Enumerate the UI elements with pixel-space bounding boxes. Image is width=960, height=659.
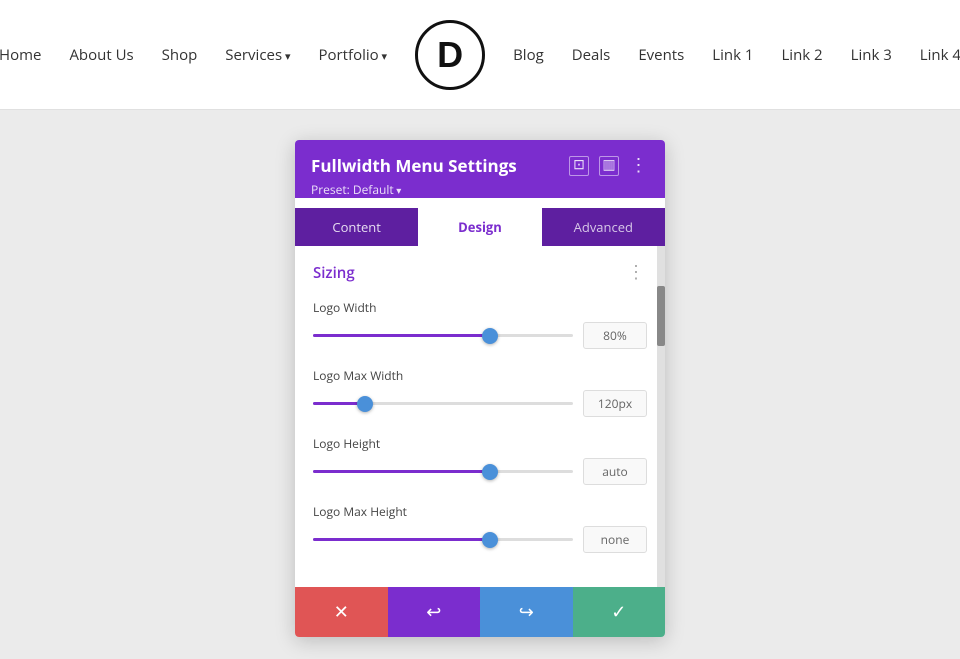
section-more-icon[interactable]: ⋮ [627, 262, 647, 283]
tab-advanced[interactable]: Advanced [542, 208, 665, 246]
nav-item-link-1[interactable]: Link 1 [712, 45, 753, 65]
nav-logo: D [415, 20, 485, 90]
columns-icon[interactable]: ▥ [599, 156, 619, 176]
control-row-3: Logo Max Height [313, 503, 647, 553]
control-label-0: Logo Width [313, 299, 647, 316]
panel-title: Fullwidth Menu Settings [311, 154, 517, 177]
tab-design[interactable]: Design [418, 208, 541, 246]
redo-button[interactable]: ↪ [480, 587, 573, 637]
redo-icon: ↪ [519, 602, 534, 623]
value-input-0[interactable] [583, 322, 647, 349]
nav-item-link-2[interactable]: Link 2 [781, 45, 822, 65]
section-header: Sizing ⋮ [313, 262, 647, 283]
control-row-0: Logo Width [313, 299, 647, 349]
value-input-1[interactable] [583, 390, 647, 417]
cancel-icon: ✕ [334, 602, 349, 623]
more-icon[interactable]: ⋮ [629, 156, 649, 176]
preset-dropdown[interactable]: Preset: Default [311, 181, 401, 198]
nav-item-blog[interactable]: Blog [513, 45, 544, 65]
control-input-row-2 [313, 458, 647, 485]
control-row-1: Logo Max Width [313, 367, 647, 417]
scrollbar[interactable] [657, 246, 665, 587]
panel-tabs: ContentDesignAdvanced [295, 208, 665, 246]
confirm-button[interactable]: ✓ [573, 587, 666, 637]
slider-wrap-2[interactable] [313, 463, 573, 481]
navbar: Home About Us Shop Services Portfolio D Blog De… [0, 0, 960, 110]
slider-wrap-0[interactable] [313, 327, 573, 345]
section-title: Sizing [313, 263, 355, 283]
preset-label: Preset: Default [311, 181, 649, 198]
control-input-row-1 [313, 390, 647, 417]
nav-item-about-us[interactable]: About Us [69, 45, 133, 65]
cancel-button[interactable]: ✕ [295, 587, 388, 637]
slider-thumb-1[interactable] [357, 396, 373, 412]
control-label-3: Logo Max Height [313, 503, 647, 520]
value-input-3[interactable] [583, 526, 647, 553]
slider-wrap-3[interactable] [313, 531, 573, 549]
nav-item-home[interactable]: Home [0, 45, 41, 65]
tab-content[interactable]: Content [295, 208, 418, 246]
nav-item-link-4[interactable]: Link 4 [920, 45, 960, 65]
controls-container: Logo Width Logo Max Width Logo Height Logo … [313, 299, 647, 553]
nav-item-events[interactable]: Events [638, 45, 684, 65]
scrollbar-thumb[interactable] [657, 286, 665, 346]
confirm-icon: ✓ [611, 602, 626, 623]
slider-wrap-1[interactable] [313, 395, 573, 413]
nav-item-portfolio[interactable]: Portfolio [319, 45, 388, 65]
nav-item-shop[interactable]: Shop [162, 45, 198, 65]
panel-icons: ⊡ ▥ ⋮ [569, 156, 649, 176]
nav-item-services[interactable]: Services [225, 45, 290, 65]
undo-button[interactable]: ↩ [388, 587, 481, 637]
nav-item-link-3[interactable]: Link 3 [851, 45, 892, 65]
page-body: Fullwidth Menu Settings ⊡ ▥ ⋮ Preset: De… [0, 110, 960, 659]
action-bar: ✕ ↩ ↪ ✓ [295, 587, 665, 637]
slider-thumb-2[interactable] [482, 464, 498, 480]
control-label-1: Logo Max Width [313, 367, 647, 384]
value-input-2[interactable] [583, 458, 647, 485]
slider-thumb-3[interactable] [482, 532, 498, 548]
nav-item-deals[interactable]: Deals [572, 45, 611, 65]
panel-header: Fullwidth Menu Settings ⊡ ▥ ⋮ Preset: De… [295, 140, 665, 198]
control-input-row-0 [313, 322, 647, 349]
control-label-2: Logo Height [313, 435, 647, 452]
control-input-row-3 [313, 526, 647, 553]
panel-body: Sizing ⋮ Logo Width Logo Max Width Logo He… [295, 246, 665, 587]
expand-icon[interactable]: ⊡ [569, 156, 589, 176]
settings-panel: Fullwidth Menu Settings ⊡ ▥ ⋮ Preset: De… [295, 140, 665, 637]
control-row-2: Logo Height [313, 435, 647, 485]
undo-icon: ↩ [426, 602, 441, 623]
slider-thumb-0[interactable] [482, 328, 498, 344]
